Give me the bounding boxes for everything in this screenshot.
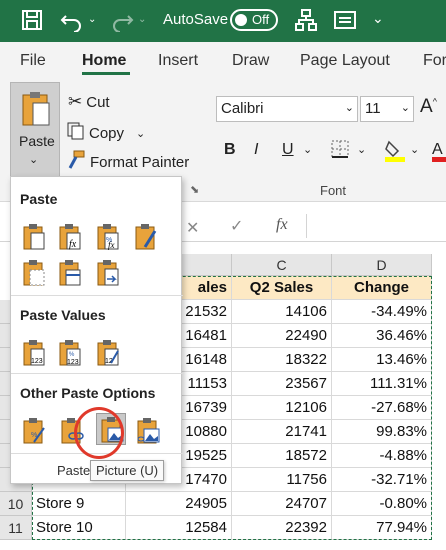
chevron-down-icon[interactable]: ⌄ [136,127,145,140]
active-tab-indicator [82,72,130,75]
tab-home[interactable]: Home [82,52,126,70]
keep-column-widths-icon[interactable] [57,259,83,287]
redo-dropdown-icon: ⌄ [138,14,147,25]
autosave-toggle[interactable]: Off [230,9,278,31]
paste-section-title: Paste [20,191,58,207]
format-painter-button[interactable]: Format Painter [66,150,189,174]
bold-button[interactable]: B [224,141,236,159]
form-icon[interactable] [333,8,357,37]
no-borders-icon[interactable] [21,259,47,287]
paste-formulas-number-format-icon[interactable]: % fx [95,223,121,251]
transpose-icon[interactable] [95,259,121,287]
title-bar: ⌄ ⌄ AutoSave Off ⌄ [0,0,446,42]
copy-button[interactable]: Copy ⌄ [66,121,145,145]
linked-picture-icon[interactable] [135,417,161,445]
borders-dropdown-icon[interactable]: ⌄ [357,143,366,156]
highlight-circle [74,407,124,459]
paste-icon[interactable] [21,223,47,251]
scissors-icon: ✂ [68,92,83,111]
chevron-down-icon: ⌄ [344,102,354,114]
values-number-format-icon[interactable]: % 123 [57,339,83,367]
cut-button[interactable]: ✂ Cut [68,92,110,112]
paste-label: Paste [19,133,55,149]
redo-icon [110,8,134,37]
keep-source-formatting-icon[interactable] [133,223,159,251]
menu-separator [11,373,183,374]
font-size-select[interactable]: 11 ⌄ [360,96,414,122]
fill-color-dropdown-icon[interactable]: ⌄ [410,143,419,156]
increase-font-size-icon[interactable]: A^ [420,96,437,118]
insert-function-button[interactable]: fx [276,216,288,234]
svg-text:A: A [432,141,443,158]
paste-formulas-icon[interactable]: fx [57,223,83,251]
tab-file[interactable]: File [20,52,46,70]
svg-text:fx: fx [108,240,115,250]
cancel-icon: ✕ [186,220,200,237]
toggle-knob [235,14,247,26]
copy-icon [66,121,86,145]
copy-label: Copy [89,124,125,142]
enter-icon: ✓ [230,218,244,235]
tab-draw[interactable]: Draw [232,52,269,70]
column-header-d[interactable]: D [332,254,432,276]
values-source-formatting-icon[interactable]: 12 [95,339,121,367]
underline-dropdown-icon[interactable]: ⌄ [303,143,312,156]
formula-input[interactable] [306,214,446,238]
svg-text:123: 123 [31,358,43,365]
ribbon-tabs: File Home Insert Draw Page Layout For [0,42,446,80]
undo-icon[interactable] [60,8,84,37]
autosave-state: Off [252,12,270,27]
tooltip: Picture (U) [90,460,165,481]
row-header[interactable]: 10 [0,492,32,516]
font-group-label: Font [320,183,347,198]
tab-formulas[interactable]: For [423,52,446,70]
chevron-down-icon: ⌄ [29,154,39,166]
font-color-icon[interactable]: A [432,138,446,167]
share-network-icon[interactable] [294,8,318,37]
row-header[interactable]: 11 [0,516,32,540]
paste-clipboard-icon [21,91,51,132]
tab-insert[interactable]: Insert [158,52,198,70]
brush-icon [66,150,86,174]
more-icon[interactable]: ⌄ [372,10,384,27]
font-name-value: Calibri [221,100,264,117]
format-painter-label: Format Painter [90,153,190,171]
column-header-c[interactable]: C [232,254,332,276]
tab-page-layout[interactable]: Page Layout [300,52,390,70]
svg-text:fx: fx [69,239,77,250]
clipboard-dialog-launcher-icon[interactable]: ⬊ [190,183,199,196]
menu-separator [11,295,183,296]
paste-values-section-title: Paste Values [20,307,106,323]
other-paste-options-title: Other Paste Options [20,385,156,401]
font-size-value: 11 [365,100,381,117]
formatting-icon[interactable]: % [21,417,47,445]
borders-icon[interactable] [330,139,350,164]
underline-button[interactable]: U [282,141,294,159]
save-icon[interactable] [20,8,44,37]
autosave-label: AutoSave [163,11,229,28]
paste-values-icon[interactable]: 123 [21,339,47,367]
font-name-select[interactable]: Calibri ⌄ [216,96,358,122]
cut-label: Cut [86,93,110,111]
italic-button[interactable]: I [254,141,258,159]
undo-dropdown-icon[interactable]: ⌄ [88,14,96,25]
svg-text:%: % [69,352,75,358]
paste-button[interactable]: Paste ⌄ [10,82,60,180]
paste-special-item[interactable]: Paste [57,463,90,478]
chevron-down-icon: ⌄ [400,102,410,114]
svg-text:123: 123 [67,359,79,366]
fill-color-icon[interactable] [384,138,406,167]
